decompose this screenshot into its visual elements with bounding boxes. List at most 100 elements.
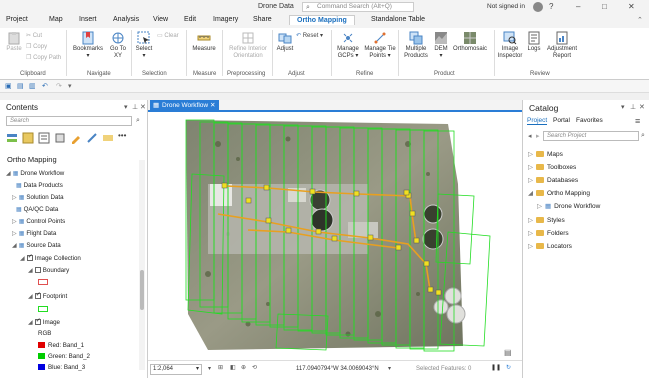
selection-list-icon[interactable]	[38, 132, 50, 144]
scrollbar[interactable]	[139, 160, 145, 370]
tab-analysis[interactable]: Analysis	[113, 16, 139, 23]
catalog-item-styles[interactable]: ▷ Styles	[528, 216, 565, 224]
editing-icon[interactable]	[54, 132, 66, 144]
avatar[interactable]	[533, 2, 543, 12]
tree-item-boundary[interactable]: ◢ Boundary	[28, 267, 69, 274]
pin-icon[interactable]: ⊥	[630, 103, 636, 111]
logs-button[interactable]: Logs	[526, 31, 542, 53]
orthomosaic-button[interactable]: Orthomosaic	[452, 31, 488, 53]
source-icon[interactable]	[22, 132, 34, 144]
multiple-products-button[interactable]: Multiple Products	[402, 31, 430, 60]
grid-icon[interactable]: ⊞	[218, 364, 223, 371]
tree-item-source-data[interactable]: ◢ ▦ Source Data	[12, 242, 61, 249]
tree-item-drone-workflow[interactable]: ◢ ▦ Drone Workflow	[6, 170, 64, 177]
tab-map[interactable]: Map	[49, 16, 63, 23]
sync-icon[interactable]: ⟲	[252, 364, 257, 371]
close-icon[interactable]: ✕	[628, 2, 635, 11]
more-icon[interactable]: •••	[118, 131, 126, 140]
map-canvas[interactable]: ▤	[148, 114, 522, 360]
tab-ortho-mapping[interactable]: Ortho Mapping	[289, 15, 355, 25]
copy-button[interactable]: ❐ Copy	[26, 44, 47, 51]
dem-button[interactable]: DEM ▾	[432, 31, 450, 60]
maximize-icon[interactable]: □	[602, 2, 607, 11]
help-icon[interactable]: ?	[549, 2, 553, 11]
tab-project[interactable]: Project	[6, 16, 28, 23]
tab-view[interactable]: View	[153, 16, 168, 23]
tree-item-image[interactable]: ◢Image	[28, 317, 60, 326]
forward-icon[interactable]: ▸	[536, 132, 540, 140]
bookmarks-button[interactable]: Bookmarks ▾	[72, 31, 104, 60]
visibility-checkbox[interactable]	[34, 291, 41, 299]
minimize-icon[interactable]: –	[576, 2, 580, 11]
overview-icon[interactable]: ▤	[504, 348, 512, 357]
tree-item-footprint[interactable]: ◢Footprint	[28, 291, 67, 300]
tab-drone-workflow[interactable]: ▦ Drone Workflow ✕	[150, 100, 220, 112]
catalog-item-databases[interactable]: ▷ Databases	[528, 176, 578, 184]
search-icon[interactable]: ⌕	[641, 132, 645, 140]
refine-interior-orientation-button[interactable]: Refine Interior Orientation	[226, 31, 270, 60]
close-icon[interactable]: ✕	[140, 103, 146, 111]
pin-icon[interactable]: ⊥	[132, 103, 138, 111]
tree-item-control-points[interactable]: ▷ ▦ Control Points	[12, 218, 65, 225]
manage-tie-points-button[interactable]: Manage Tie Points ▾	[364, 31, 396, 60]
chevron-up-icon[interactable]: ⌃	[637, 16, 643, 24]
labeling-icon[interactable]	[102, 132, 114, 144]
snapping-icon[interactable]	[86, 132, 98, 144]
copy-path-button[interactable]: ❐ Copy Path	[26, 55, 61, 62]
scale-selector[interactable]: 1:2,064 ▾	[150, 364, 202, 375]
tree-item-image-collection[interactable]: ◢Image Collection	[20, 253, 81, 262]
tab-standalone-table[interactable]: Standalone Table	[371, 16, 425, 23]
catalog-tab-project[interactable]: Project	[527, 117, 548, 125]
tree-item-qaqc-data[interactable]: ▦ QA/QC Data	[16, 206, 58, 213]
tab-imagery[interactable]: Imagery	[213, 16, 238, 23]
tree-item-data-products[interactable]: ▦ Data Products	[16, 182, 63, 189]
tab-share[interactable]: Share	[253, 16, 272, 23]
visibility-checkbox[interactable]	[34, 267, 41, 273]
goto-xy-button[interactable]: Go To XY	[107, 31, 129, 60]
coordinate-options-icon[interactable]: ▾	[388, 365, 391, 372]
clear-selection-button[interactable]: ▭ Clear	[157, 33, 179, 40]
catalog-item-maps[interactable]: ▷ Maps	[528, 150, 563, 158]
adjust-button[interactable]: Adjust	[275, 31, 295, 53]
select-button[interactable]: Select ▾	[135, 31, 153, 60]
visibility-checkbox[interactable]	[34, 317, 41, 325]
refresh-icon[interactable]: ↻	[506, 364, 511, 371]
tree-item-solution-data[interactable]: ▷ ▦ Solution Data	[12, 194, 64, 201]
menu-icon[interactable]: ≡	[635, 116, 640, 126]
close-icon[interactable]: ✕	[210, 102, 215, 109]
reset-button[interactable]: ↶ Reset ▾	[296, 33, 323, 40]
redo-icon[interactable]: ↷	[56, 82, 62, 90]
adjustment-report-button[interactable]: Adjustment Report	[545, 31, 579, 60]
image-inspector-button[interactable]: Image Inspector	[497, 31, 523, 60]
close-icon[interactable]: ✕	[639, 103, 645, 111]
pane-menu-icon[interactable]: ▾	[621, 103, 625, 111]
paste-button[interactable]: Paste	[5, 31, 23, 53]
scale-options-icon[interactable]: ▾	[208, 365, 211, 372]
catalog-tab-portal[interactable]: Portal	[553, 117, 570, 124]
catalog-item-folders[interactable]: ▷ Folders	[528, 229, 569, 237]
search-icon[interactable]: ⌕	[136, 117, 140, 125]
pencil-icon[interactable]	[70, 132, 82, 144]
catalog-tab-favorites[interactable]: Favorites	[576, 117, 603, 124]
customize-icon[interactable]: ▾	[68, 82, 72, 90]
user-status[interactable]: Not signed in	[487, 3, 525, 10]
new-icon[interactable]: ▥	[29, 82, 36, 90]
contents-search-input[interactable]: Search	[6, 116, 132, 126]
catalog-item-ortho-mapping[interactable]: ◢ Ortho Mapping	[528, 189, 590, 197]
draw-order-icon[interactable]	[6, 132, 18, 144]
measure-button[interactable]: Measure	[191, 31, 217, 53]
save-icon[interactable]: ▣	[5, 82, 12, 90]
open-icon[interactable]: ▤	[17, 82, 24, 90]
command-search-input[interactable]: ⌕ Command Search (Alt+Q)	[302, 2, 414, 12]
catalog-search-input[interactable]: Search Project	[543, 131, 639, 141]
scrollbar-thumb[interactable]	[140, 270, 144, 310]
boundary-symbol[interactable]	[38, 279, 51, 286]
navigator-icon[interactable]: ◧	[230, 364, 236, 371]
pause-icon[interactable]: ❚❚	[491, 364, 501, 371]
cut-button[interactable]: ✂ Cut	[26, 33, 42, 40]
catalog-item-locators[interactable]: ▷ Locators	[528, 242, 572, 250]
footprint-symbol[interactable]	[38, 306, 51, 313]
manage-gcps-button[interactable]: Manage GCPs ▾	[334, 31, 362, 60]
tree-item-flight-data[interactable]: ▷ ▦ Flight Data	[12, 230, 56, 237]
back-icon[interactable]: ◂	[528, 132, 532, 140]
